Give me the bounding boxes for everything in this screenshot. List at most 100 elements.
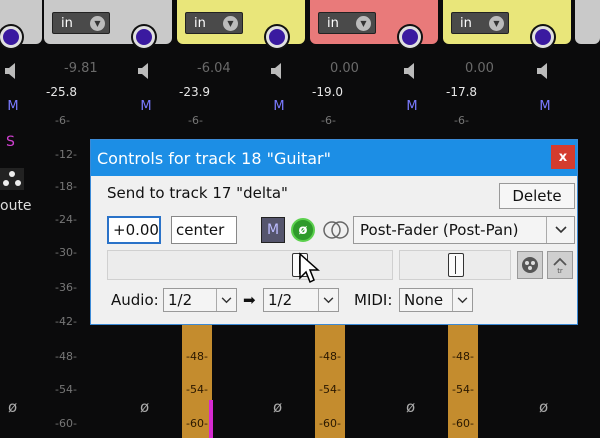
send-pan-slider[interactable] bbox=[399, 250, 511, 280]
pan-field[interactable]: center bbox=[171, 216, 237, 244]
peak-bar bbox=[209, 400, 213, 438]
input-combo-label: in bbox=[61, 15, 73, 31]
chevron-down-icon: ▼ bbox=[223, 16, 238, 31]
meter-tick: -54- bbox=[452, 383, 474, 396]
phase-invert-button[interactable]: ø bbox=[8, 398, 17, 416]
meter-tick: -48- bbox=[452, 350, 474, 363]
meter-tick: -48- bbox=[319, 350, 341, 363]
send-controls-dialog: Controls for track 18 "Guitar" x Send to… bbox=[90, 139, 578, 325]
meter-tick: -60- bbox=[319, 417, 341, 430]
send-mode-value: Post-Fader (Post-Pan) bbox=[360, 221, 519, 239]
solo-button[interactable]: S bbox=[6, 134, 15, 150]
input-combo[interactable]: in ▼ bbox=[185, 12, 243, 34]
mute-button[interactable]: M bbox=[2, 96, 24, 116]
peak-readout: -25.8 bbox=[46, 85, 78, 99]
pan-knob[interactable] bbox=[266, 26, 288, 48]
peak-readout: -19.0 bbox=[312, 85, 344, 99]
input-combo[interactable]: in ▼ bbox=[451, 12, 509, 34]
chevron-down-icon bbox=[452, 289, 472, 311]
pan-knob[interactable] bbox=[399, 26, 421, 48]
scale-tick: -6- bbox=[454, 114, 469, 127]
mono-stereo-icon[interactable] bbox=[321, 219, 351, 241]
input-combo-label: in bbox=[194, 15, 206, 31]
speaker-icon[interactable] bbox=[270, 62, 286, 80]
volume-readout: 0.00 bbox=[465, 61, 494, 76]
speaker-icon[interactable] bbox=[536, 62, 552, 80]
meter-tick: -54- bbox=[186, 383, 208, 396]
input-combo[interactable]: in ▼ bbox=[318, 12, 376, 34]
chevron-down-icon: ▼ bbox=[489, 16, 504, 31]
meter-tick: -48- bbox=[186, 350, 208, 363]
close-button[interactable]: x bbox=[551, 145, 575, 169]
route-icon[interactable] bbox=[0, 168, 24, 190]
audio-source-value: 1/2 bbox=[168, 291, 193, 309]
mute-button[interactable]: M bbox=[268, 96, 290, 116]
volume-field[interactable]: +0.00 bbox=[107, 216, 161, 244]
phase-invert-button[interactable]: ø bbox=[273, 398, 282, 416]
audio-destination-value: 1/2 bbox=[268, 291, 293, 309]
meter-tick: -60- bbox=[186, 417, 208, 430]
scale-tick: -60- bbox=[55, 417, 77, 430]
scale-tick: -6- bbox=[188, 114, 203, 127]
input-combo-label: in bbox=[460, 15, 472, 31]
scale-tick: -36- bbox=[55, 281, 77, 294]
input-combo[interactable]: in ▼ bbox=[52, 12, 110, 34]
scale-tick: -18- bbox=[55, 180, 77, 193]
chevron-down-icon bbox=[318, 289, 338, 311]
volume-readout: 0.00 bbox=[330, 61, 359, 76]
audio-source-select[interactable]: 1/2 bbox=[163, 288, 237, 312]
audio-destination-select[interactable]: 1/2 bbox=[263, 288, 339, 312]
pan-knob[interactable] bbox=[532, 26, 554, 48]
scale-tick: -30- bbox=[55, 246, 77, 259]
scale-tick: -54- bbox=[55, 383, 77, 396]
speaker-icon[interactable] bbox=[4, 62, 20, 80]
audio-label: Audio: bbox=[111, 291, 159, 309]
dialog-titlebar[interactable]: Controls for track 18 "Guitar" x bbox=[91, 140, 577, 176]
scale-tick: -12- bbox=[55, 148, 77, 161]
mute-button[interactable]: M bbox=[401, 96, 423, 116]
arrow-right-icon: ➡ bbox=[243, 291, 256, 309]
strip-header-6 bbox=[575, 0, 600, 44]
phase-invert-button[interactable]: ø bbox=[406, 398, 415, 416]
send-mode-select[interactable]: Post-Fader (Post-Pan) bbox=[353, 216, 575, 244]
send-target-label: Send to track 17 "delta" bbox=[107, 184, 288, 202]
volume-readout: -9.81 bbox=[64, 61, 98, 76]
speaker-icon[interactable] bbox=[403, 62, 419, 80]
pan-knob[interactable] bbox=[133, 26, 155, 48]
send-volume-slider[interactable] bbox=[107, 250, 393, 280]
chevron-down-icon: ▼ bbox=[90, 16, 105, 31]
automation-mode-icon[interactable]: tr bbox=[547, 251, 573, 279]
midi-label: MIDI: bbox=[354, 291, 393, 309]
midi-value: None bbox=[404, 291, 444, 309]
scale-tick: -6- bbox=[55, 114, 70, 127]
scale-tick: -24- bbox=[55, 213, 77, 226]
mouse-cursor-icon bbox=[299, 252, 320, 284]
pan-knob[interactable] bbox=[0, 26, 22, 48]
peak-readout: -17.8 bbox=[446, 85, 478, 99]
mute-button[interactable]: M bbox=[534, 96, 556, 116]
send-phase-button[interactable]: ø bbox=[291, 218, 315, 242]
mute-button[interactable]: M bbox=[135, 96, 157, 116]
slider-thumb[interactable] bbox=[448, 253, 464, 277]
phase-invert-button[interactable]: ø bbox=[539, 398, 548, 416]
input-combo-label: in bbox=[327, 15, 339, 31]
scale-tick: -6- bbox=[321, 114, 336, 127]
dialog-title: Controls for track 18 "Guitar" bbox=[97, 148, 331, 168]
chevron-down-icon: ▼ bbox=[356, 16, 371, 31]
scale-tick: -42- bbox=[55, 315, 77, 328]
svg-text:tr: tr bbox=[557, 267, 563, 275]
speaker-icon[interactable] bbox=[137, 62, 153, 80]
phase-invert-button[interactable]: ø bbox=[140, 398, 149, 416]
volume-readout: -6.04 bbox=[197, 61, 231, 76]
send-mute-button[interactable]: M bbox=[261, 217, 285, 243]
midi-select[interactable]: None bbox=[399, 288, 473, 312]
scale-tick: -48- bbox=[55, 350, 77, 363]
meter-tick: -54- bbox=[319, 383, 341, 396]
chevron-down-icon bbox=[546, 217, 574, 243]
peak-readout: -23.9 bbox=[179, 85, 211, 99]
meter-tick: -60- bbox=[452, 417, 474, 430]
envelope-icon[interactable] bbox=[517, 251, 543, 279]
chevron-down-icon bbox=[216, 289, 236, 311]
delete-button[interactable]: Delete bbox=[499, 183, 575, 209]
route-label: oute bbox=[0, 198, 32, 214]
